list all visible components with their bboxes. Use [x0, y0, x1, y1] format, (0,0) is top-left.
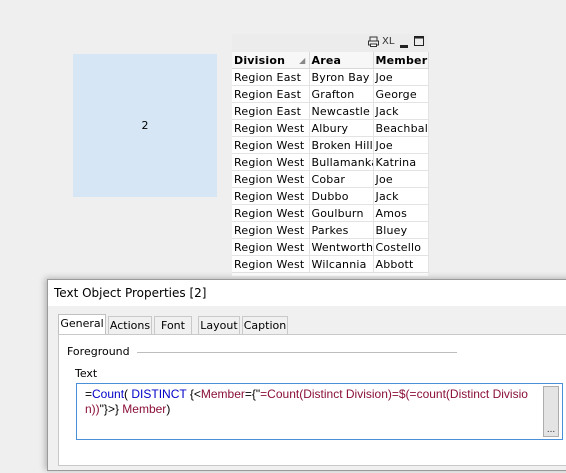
cell-area[interactable]: Goulburn: [309, 204, 374, 222]
cell-area[interactable]: Broken Hill: [309, 136, 374, 154]
column-header-member[interactable]: Member: [373, 52, 429, 69]
cell-area[interactable]: Parkes: [309, 221, 374, 239]
text-object[interactable]: 2: [73, 54, 217, 197]
cell-area[interactable]: Bullamanka: [309, 153, 374, 171]
dialog-title: Text Object Properties [2]: [48, 280, 566, 306]
cell-member[interactable]: George: [373, 85, 429, 103]
foreground-divider: [137, 352, 457, 353]
table-row[interactable]: Region West Wilcannia Abbott: [232, 255, 429, 273]
send-to-excel-icon[interactable]: XL: [382, 36, 394, 48]
expression-editor-button[interactable]: ...: [543, 386, 559, 437]
text-expression-input[interactable]: =Count( DISTINCT {<Member={"=Count(Disti…: [76, 383, 563, 440]
sort-indicator-icon: ◢: [299, 56, 306, 65]
tab-caption[interactable]: Caption: [242, 316, 288, 334]
cell-area[interactable]: Grafton: [309, 85, 374, 103]
table-row[interactable]: Region West Cobar Joe: [232, 170, 429, 188]
straight-table[interactable]: XL Division ◢ Area Member Region East Byro…: [232, 34, 429, 276]
cell-member[interactable]: Costello: [373, 238, 429, 256]
cell-division[interactable]: Region West: [232, 238, 310, 256]
cell-member[interactable]: Jack: [373, 187, 429, 205]
cell-area[interactable]: Albury: [309, 119, 374, 137]
table-header-row: Division ◢ Area Member: [232, 52, 429, 69]
cell-division[interactable]: Region East: [232, 85, 310, 103]
cell-division[interactable]: Region West: [232, 153, 310, 171]
cell-area[interactable]: Cobar: [309, 170, 374, 188]
cell-division[interactable]: Region West: [232, 136, 310, 154]
table-caption-bar: XL: [232, 34, 428, 52]
cell-area[interactable]: Dubbo: [309, 187, 374, 205]
table-row[interactable]: Region East Newcastle Jack: [232, 102, 429, 120]
table-row[interactable]: Region West Bullamanka Katrina: [232, 153, 429, 171]
text-object-properties-dialog: Text Object Properties [2] General Actio…: [47, 279, 566, 471]
print-icon[interactable]: [368, 36, 379, 51]
table-row[interactable]: Region West Broken Hill Joe: [232, 136, 429, 154]
table-row[interactable]: Region West Albury Beachball: [232, 119, 429, 137]
cell-area[interactable]: Wentworth: [309, 238, 374, 256]
text-field-label: Text: [75, 367, 98, 380]
cell-division[interactable]: Region East: [232, 68, 310, 86]
table-row[interactable]: Region East Grafton George: [232, 85, 429, 103]
cell-division[interactable]: Region East: [232, 102, 310, 120]
general-tab-page: Foreground Text =Count( DISTINCT {<Membe…: [58, 334, 566, 466]
cell-member[interactable]: Joe: [373, 136, 429, 154]
cell-member[interactable]: Beachball: [373, 119, 429, 137]
column-header-area[interactable]: Area: [309, 52, 374, 69]
cell-division[interactable]: Region West: [232, 204, 310, 222]
cell-member[interactable]: Abbott: [373, 255, 429, 273]
table-row[interactable]: Region East Byron Bay Joe: [232, 68, 429, 86]
table-row[interactable]: Region West Dubbo Jack: [232, 187, 429, 205]
foreground-group-label: Foreground: [67, 345, 130, 358]
cell-division[interactable]: Region West: [232, 170, 310, 188]
cell-area[interactable]: Newcastle: [309, 102, 374, 120]
tab-font[interactable]: Font: [154, 316, 192, 334]
cell-member[interactable]: Bluey: [373, 221, 429, 239]
tab-general[interactable]: General: [58, 314, 106, 335]
table-row[interactable]: Region West Parkes Bluey: [232, 221, 429, 239]
tab-actions[interactable]: Actions: [108, 316, 152, 334]
cell-division[interactable]: Region West: [232, 187, 310, 205]
table-row[interactable]: Region West Wentworth Costello: [232, 238, 429, 256]
cell-member[interactable]: Jack: [373, 102, 429, 120]
cell-division[interactable]: Region West: [232, 119, 310, 137]
tab-layout[interactable]: Layout: [198, 316, 240, 334]
text-object-value: 2: [141, 119, 149, 132]
table-row[interactable]: Region West Goulburn Amos: [232, 204, 429, 222]
cell-member[interactable]: Joe: [373, 170, 429, 188]
cell-area[interactable]: Wilcannia: [309, 255, 374, 273]
cell-member[interactable]: Amos: [373, 204, 429, 222]
cell-area[interactable]: Byron Bay: [309, 68, 374, 86]
minimize-icon[interactable]: [400, 40, 409, 52]
maximize-icon[interactable]: [414, 36, 424, 50]
cell-division[interactable]: Region West: [232, 221, 310, 239]
data-table: Division ◢ Area Member Region East Byron B…: [232, 52, 429, 273]
column-header-division[interactable]: Division ◢: [232, 52, 310, 69]
cell-member[interactable]: Katrina: [373, 153, 429, 171]
cell-division[interactable]: Region West: [232, 255, 310, 273]
cell-member[interactable]: Joe: [373, 68, 429, 86]
